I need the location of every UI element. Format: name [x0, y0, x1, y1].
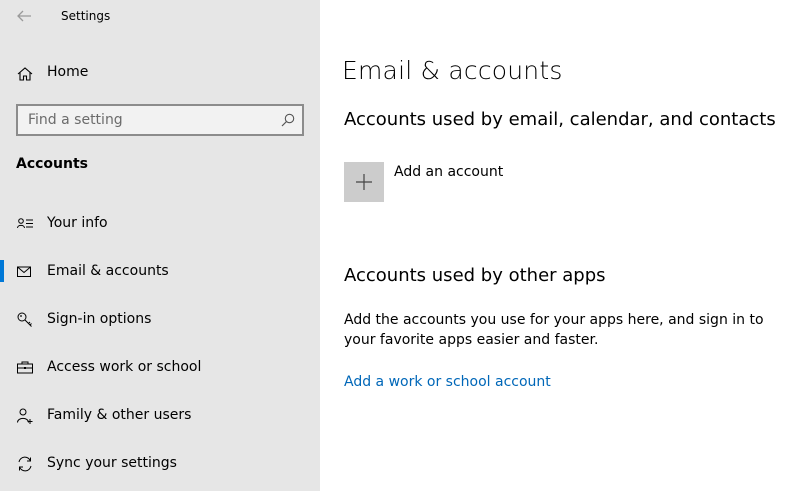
- other-apps-section-heading: Accounts used by other apps: [344, 265, 606, 286]
- sidebar-item-label: Access work or school: [47, 359, 202, 375]
- person-card-icon: [17, 218, 33, 229]
- app-title: Settings: [61, 9, 111, 23]
- search-icon[interactable]: [280, 112, 296, 128]
- back-button[interactable]: [14, 6, 34, 26]
- page-title: Email & accounts: [342, 56, 563, 85]
- key-icon: [17, 312, 32, 327]
- back-arrow-icon: [17, 10, 31, 22]
- sidebar-item-sync-settings[interactable]: Sync your settings: [0, 444, 320, 484]
- sidebar: Settings Home Accounts Your info Email &…: [0, 0, 320, 491]
- sidebar-item-label: Sync your settings: [47, 455, 177, 471]
- home-icon: [17, 67, 33, 81]
- email-section-heading: Accounts used by email, calendar, and co…: [344, 109, 776, 130]
- sidebar-item-label: Your info: [47, 215, 108, 231]
- sidebar-item-family-other-users[interactable]: Family & other users: [0, 396, 320, 436]
- sync-icon: [18, 456, 32, 472]
- sidebar-item-your-info[interactable]: Your info: [0, 204, 320, 244]
- sidebar-item-label: Email & accounts: [47, 263, 169, 279]
- mail-icon: [17, 266, 31, 277]
- section-title-accounts: Accounts: [16, 156, 89, 172]
- nav-home-label: Home: [47, 64, 89, 80]
- add-account-tile[interactable]: [344, 162, 384, 202]
- add-work-school-account-link[interactable]: Add a work or school account: [344, 374, 551, 390]
- nav-home[interactable]: Home: [0, 56, 320, 90]
- sidebar-item-label: Sign-in options: [47, 311, 152, 327]
- search-input[interactable]: [18, 106, 268, 134]
- other-apps-description: Add the accounts you use for your apps h…: [344, 312, 764, 348]
- search-box[interactable]: [16, 104, 304, 136]
- plus-icon: [356, 174, 372, 190]
- main-content: Email & accounts Accounts used by email,…: [320, 0, 792, 491]
- sidebar-item-sign-in-options[interactable]: Sign-in options: [0, 300, 320, 340]
- person-add-icon: [17, 408, 33, 424]
- briefcase-icon: [17, 361, 33, 374]
- sidebar-item-label: Family & other users: [47, 407, 192, 423]
- sidebar-item-access-work-school[interactable]: Access work or school: [0, 348, 320, 388]
- add-account-button[interactable]: Add an account: [344, 162, 564, 202]
- add-account-label: Add an account: [394, 164, 504, 180]
- sidebar-item-email-accounts[interactable]: Email & accounts: [0, 252, 320, 292]
